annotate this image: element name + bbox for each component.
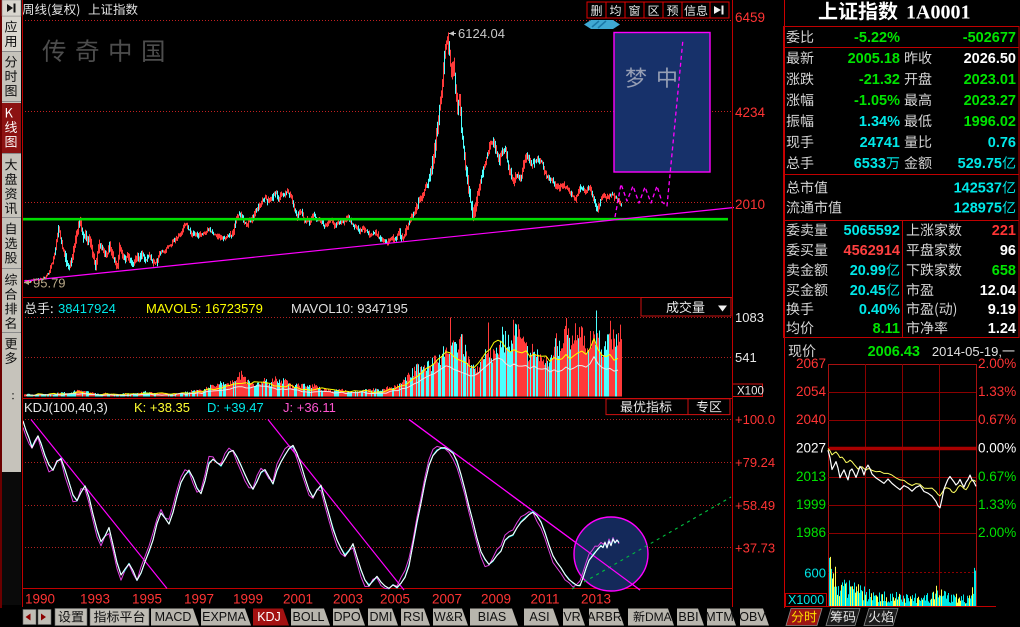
svg-text:2009: 2009 [481,592,511,607]
svg-text:2013: 2013 [581,592,611,607]
svg-text:38417924: 38417924 [58,301,116,316]
svg-text:1997: 1997 [184,592,214,607]
svg-text:142537: 142537 [954,181,1002,197]
svg-text:RSI: RSI [403,610,424,624]
svg-text:5065592: 5065592 [844,223,900,239]
svg-text:2040: 2040 [796,412,826,427]
svg-text:1986: 1986 [796,525,826,540]
svg-text:+37.73: +37.73 [735,541,775,556]
svg-text:-502677: -502677 [963,30,1016,46]
svg-text:1.24: 1.24 [988,321,1016,337]
svg-text:MAVOL5: 16723579: MAVOL5: 16723579 [146,301,263,316]
svg-text:1995: 1995 [132,592,162,607]
svg-text:EXPMA: EXPMA [202,610,246,624]
svg-text:+79.24: +79.24 [735,455,775,470]
svg-text:MAVOL10: 9347195: MAVOL10: 9347195 [291,301,408,316]
svg-text:1990: 1990 [25,592,55,607]
svg-text:-21.32: -21.32 [859,72,900,88]
svg-text:1999: 1999 [796,497,826,512]
svg-text:VR: VR [563,610,580,624]
svg-text:ASI: ASI [529,610,549,624]
svg-text:2023.27: 2023.27 [964,93,1016,109]
svg-text:95.79: 95.79 [33,276,66,291]
svg-text:2005.18: 2005.18 [848,51,900,67]
svg-text:-1.05%: -1.05% [854,93,900,109]
svg-text:1993: 1993 [80,592,110,607]
svg-text:541: 541 [735,350,757,365]
svg-text:DPO: DPO [333,610,360,624]
svg-text:128975: 128975 [954,201,1002,217]
svg-text:658: 658 [992,263,1016,279]
svg-text:2006.43: 2006.43 [868,344,920,360]
svg-text:X1000: X1000 [788,593,824,607]
svg-text:2067: 2067 [796,356,826,371]
svg-text:1.33%: 1.33% [978,497,1016,512]
svg-text:OBV: OBV [739,610,766,624]
svg-text:KDJ: KDJ [257,610,281,624]
svg-text:2.00%: 2.00% [978,525,1016,540]
svg-text:0.40%: 0.40% [859,302,900,318]
svg-text:0.76: 0.76 [988,135,1016,151]
svg-text:X100: X100 [737,386,764,398]
svg-text:ARBR: ARBR [587,610,622,624]
svg-text:4234: 4234 [735,105,766,120]
svg-text:4562914: 4562914 [844,243,900,259]
svg-text:BIAS: BIAS [478,610,507,624]
svg-text:2027: 2027 [796,441,826,456]
svg-text:2011: 2011 [530,592,559,607]
svg-text:8.11: 8.11 [873,321,900,337]
svg-text:2026.50: 2026.50 [964,51,1016,67]
svg-text:1999: 1999 [233,592,263,607]
svg-text:221: 221 [992,223,1016,239]
svg-text:2007: 2007 [432,592,462,607]
svg-text:W&R: W&R [434,610,463,624]
svg-text:1.34%: 1.34% [859,114,900,130]
svg-text:+58.49: +58.49 [735,498,775,513]
svg-text:DMA: DMA [645,610,672,624]
svg-text:6459: 6459 [735,10,765,25]
svg-text:96: 96 [1000,243,1016,259]
svg-text:12.04: 12.04 [980,283,1016,299]
svg-text:1996.02: 1996.02 [964,114,1016,130]
svg-text:20.45: 20.45 [850,283,886,299]
svg-text:-5.22%: -5.22% [854,30,900,46]
svg-text:2054: 2054 [796,384,827,399]
svg-text:K: +38.35: K: +38.35 [134,400,190,415]
svg-text:KDJ(100,40,3): KDJ(100,40,3) [24,400,108,415]
svg-text:2010: 2010 [735,197,765,212]
svg-text:0.67%: 0.67% [978,412,1016,427]
svg-text:20.99: 20.99 [850,263,886,279]
svg-text:DMI: DMI [370,610,393,624]
svg-text:600: 600 [804,566,826,581]
svg-text:1A0001: 1A0001 [906,2,970,24]
svg-text:2023.01: 2023.01 [964,72,1016,88]
svg-text:MTM: MTM [705,610,733,624]
svg-text:9.19: 9.19 [988,302,1016,318]
svg-text:MACD: MACD [155,610,192,624]
svg-text:529.75: 529.75 [958,156,1002,172]
svg-text:2003: 2003 [333,592,363,607]
svg-text:2.00%: 2.00% [978,356,1016,371]
svg-text:BOLL: BOLL [293,610,325,624]
svg-text:24741: 24741 [860,135,900,151]
svg-text:2013: 2013 [796,469,826,484]
svg-text:6533: 6533 [854,156,886,172]
svg-text:2001: 2001 [283,592,313,607]
svg-text:0.67%: 0.67% [978,469,1016,484]
svg-text:J: +36.11: J: +36.11 [283,400,336,415]
svg-text:6124.04: 6124.04 [458,26,505,41]
svg-text:0.00%: 0.00% [978,441,1016,456]
svg-text:+100.0: +100.0 [735,412,775,427]
svg-text:BBI: BBI [678,610,698,624]
svg-text:2005: 2005 [380,592,410,607]
svg-text:D: +39.47: D: +39.47 [207,400,264,415]
svg-text:1.33%: 1.33% [978,384,1016,399]
svg-text:1083: 1083 [735,310,764,325]
